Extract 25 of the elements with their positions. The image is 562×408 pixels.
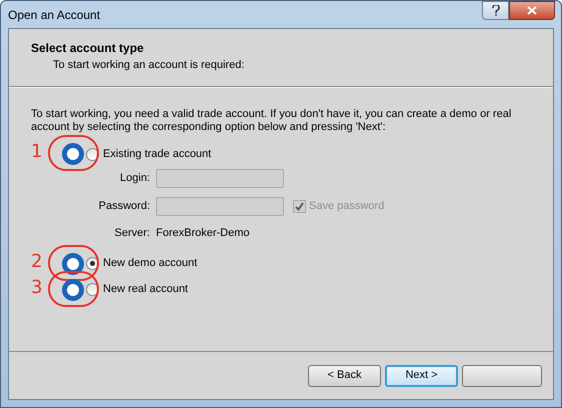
radio-label: New real account (103, 282, 188, 298)
page-title: Select account type (31, 40, 145, 57)
annotation-marker (62, 278, 84, 300)
annotation-number: 1 (31, 142, 42, 162)
field-label: Login: (119, 171, 151, 186)
server-name: ForexBroker-Demo (156, 226, 250, 241)
field-label: Server: (114, 226, 151, 241)
checkbox-label: Save password (309, 199, 384, 214)
annotation-number: 3 (31, 278, 42, 298)
dialog-button[interactable] (462, 364, 542, 386)
help-icon (492, 5, 500, 16)
instruction-text: To start working, you need a valid trade account. If you don't have it, you can create a demo or real account by selecting the corresponding option below and pressing 'Next': (31, 108, 512, 134)
annotation-number: 2 (31, 252, 42, 272)
annotation-marker (62, 252, 84, 274)
radio-label: New demo account (103, 256, 198, 272)
field-label: Password: (98, 199, 151, 214)
close-button[interactable] (509, 1, 555, 20)
next-button[interactable]: Next > (385, 364, 458, 386)
window-title: Open an Account (8, 6, 100, 24)
close-icon (527, 6, 537, 15)
back-button[interactable]: < Back (308, 364, 381, 386)
radio-label: Existing trade account (103, 146, 212, 162)
help-button[interactable] (482, 1, 509, 20)
page-subtitle: To start working an account is required: (52, 58, 246, 73)
annotation-marker (62, 143, 84, 165)
